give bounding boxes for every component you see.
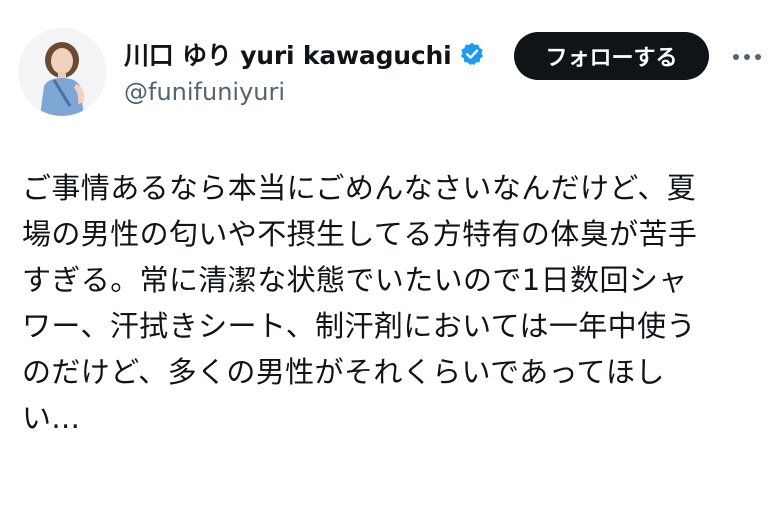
tweet-text-line: すぎる。常に清潔な状態でいたいので1日数回シャ (22, 263, 688, 297)
author-display-name[interactable]: 川口 ゆり yuri kawaguchi (124, 36, 452, 72)
tweet-text-line: のだけど、多くの男性がそれくらいであってほし (22, 355, 665, 389)
author-handle[interactable]: @funifuniyuri (124, 78, 285, 106)
tweet-text: ご事情あるなら本当にごめんなさいなんだけど、夏 場の男性の匂いや不摂生してる方特… (22, 165, 774, 441)
more-options-button[interactable] (730, 40, 764, 74)
follow-button[interactable]: フォローする (514, 32, 709, 80)
avatar-photo (18, 28, 106, 116)
tweet-text-line: い... (22, 401, 81, 435)
avatar[interactable] (18, 28, 106, 116)
tweet-text-line: ワー、汗拭きシート、制汗剤においては一年中使う (22, 309, 696, 343)
more-horizontal-icon (733, 54, 761, 60)
tweet-header: 川口 ゆり yuri kawaguchi @funifuniyuri フォローす… (0, 0, 780, 130)
author-name-row: 川口 ゆり yuri kawaguchi (124, 36, 485, 72)
tweet-text-line: ご事情あるなら本当にごめんなさいなんだけど、夏 (22, 171, 697, 205)
verified-badge-icon (459, 41, 485, 67)
tweet-text-line: 場の男性の匂いや不摂生してる方特有の体臭が苦手 (22, 217, 698, 251)
